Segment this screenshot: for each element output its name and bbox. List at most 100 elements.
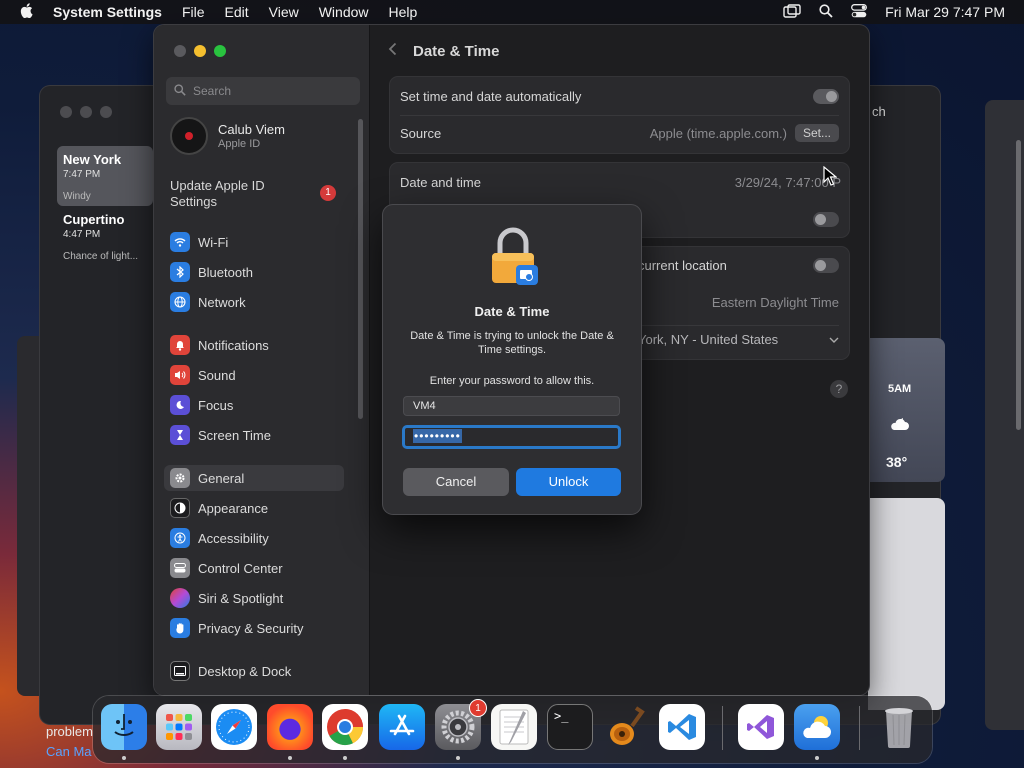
sidebar-item-focus[interactable]: Focus [170, 392, 345, 418]
unlock-dialog: Date & Time Date & Time is trying to unl… [383, 205, 641, 514]
sidebar-item-network[interactable]: Network [170, 289, 345, 315]
weather-icon[interactable] [794, 704, 840, 750]
sidebar-item-appearance[interactable]: Appearance [170, 495, 345, 521]
chrome-icon[interactable] [322, 704, 368, 750]
sidebar-item-label: Accessibility [198, 530, 269, 546]
cancel-button[interactable]: Cancel [403, 468, 509, 496]
sidebar-item-label: Privacy & Security [198, 620, 304, 636]
minimize-button[interactable] [194, 45, 206, 57]
running-indicator [343, 756, 347, 760]
closest-city-value: York, NY - United States [638, 331, 779, 347]
menu-edit[interactable]: Edit [225, 4, 249, 20]
launchpad-icon[interactable] [156, 704, 202, 750]
sidebar-item-label: Control Center [198, 560, 283, 576]
firefox-icon[interactable] [267, 704, 313, 750]
menu-window[interactable]: Window [319, 4, 369, 20]
auto-time-row: Set time and date automatically [400, 86, 839, 106]
sidebar-item-siri-spotlight[interactable]: Siri & Spotlight [170, 585, 345, 611]
row-divider [400, 115, 839, 116]
sidebar-item-label: Network [198, 294, 246, 310]
sidebar-item-sound[interactable]: Sound [170, 362, 345, 388]
sidebar-item-accessibility[interactable]: Accessibility [170, 525, 345, 551]
menu-file[interactable]: File [182, 4, 205, 20]
location-toggle[interactable] [813, 257, 839, 273]
background-window-left [17, 336, 41, 696]
close-button[interactable] [174, 45, 186, 57]
menu-view[interactable]: View [269, 4, 299, 20]
vscode-icon[interactable] [659, 704, 705, 750]
city-item-cupertino[interactable]: Cupertino 4:47 PM Chance of light... [57, 206, 153, 268]
chevron-down-icon[interactable] [829, 332, 839, 347]
speaker-icon [170, 365, 190, 385]
location-label: current location [638, 257, 727, 273]
garageband-icon[interactable] [603, 704, 649, 750]
apple-menu-icon[interactable] [20, 2, 33, 22]
sidebar-item-desktop-dock[interactable]: Desktop & Dock [170, 658, 345, 684]
dialog-title: Date & Time [474, 304, 550, 319]
trash-icon[interactable] [876, 704, 922, 750]
background-link[interactable]: Can Ma [46, 742, 93, 762]
dialog-message: Date & Time is trying to unlock the Date… [410, 330, 614, 356]
dock: 1 >_ [93, 696, 932, 763]
bluetooth-icon [170, 262, 190, 282]
accessibility-icon [170, 528, 190, 548]
weather-scrollbar[interactable] [1016, 140, 1021, 430]
city-name: New York [63, 152, 122, 167]
date-time-row: Date and time 3/29/24, 7:47:00 P [400, 172, 841, 192]
auto-time-label: Set time and date automatically [400, 88, 582, 104]
city-name: Cupertino [63, 212, 125, 227]
zoom-button[interactable] [214, 45, 226, 57]
password-field[interactable]: ••••••••• [402, 425, 621, 449]
system-settings-icon[interactable]: 1 [435, 699, 487, 750]
unlock-button[interactable]: Unlock [516, 468, 621, 496]
hand-icon [170, 618, 190, 638]
sidebar-item-screen-time[interactable]: Screen Time [170, 422, 345, 448]
visual-studio-icon[interactable] [738, 704, 784, 750]
sidebar-item-notifications[interactable]: Notifications [170, 332, 345, 358]
sidebar-item-label: Notifications [198, 337, 269, 353]
weather-window-controls [60, 106, 112, 118]
search-icon [174, 83, 186, 99]
date-time-toggle[interactable] [813, 211, 839, 227]
sidebar-item-control-center[interactable]: Control Center [170, 555, 345, 581]
city-condition: Windy [63, 191, 91, 202]
running-indicator [456, 756, 460, 760]
back-chevron-icon[interactable] [388, 42, 397, 60]
username-field[interactable]: VM4 [403, 396, 620, 416]
app-store-icon[interactable] [379, 704, 425, 750]
weather-hourly-panel: 5AM 38° [868, 338, 945, 482]
weather-search-text[interactable]: ch [872, 104, 886, 119]
auto-time-toggle[interactable] [813, 88, 839, 104]
sidebar-scrollbar[interactable] [358, 119, 363, 419]
source-label: Source [400, 125, 442, 141]
sidebar-item-label: Screen Time [198, 427, 271, 443]
safari-icon[interactable] [211, 704, 257, 750]
textedit-icon[interactable] [491, 704, 537, 750]
update-label: Update Apple ID Settings [170, 178, 265, 209]
help-button[interactable]: ? [830, 380, 848, 398]
sidebar-item-label: General [198, 470, 245, 486]
settings-badge: 1 [469, 699, 487, 717]
appearance-icon [170, 498, 190, 518]
menu-app-name[interactable]: System Settings [53, 4, 162, 20]
menu-clock[interactable]: Fri Mar 29 7:47 PM [885, 4, 1005, 20]
control-center-icon[interactable] [851, 3, 868, 21]
city-item-new-york[interactable]: New York 7:47 PM Windy [57, 146, 153, 206]
sidebar-item-privacy-security[interactable]: Privacy & Security [170, 615, 345, 641]
apple-id-account[interactable]: Calub Viem Apple ID [170, 117, 285, 155]
window-controls [174, 45, 226, 57]
dock-separator [722, 706, 723, 750]
sidebar-item-wifi[interactable]: Wi-Fi [170, 229, 345, 255]
terminal-icon[interactable]: >_ [547, 704, 593, 750]
sidebar-search-field[interactable]: Search [166, 77, 360, 105]
set-source-button[interactable]: Set... [794, 124, 839, 142]
update-apple-id-settings[interactable]: Update Apple ID Settings 1 [170, 178, 340, 210]
finder-icon[interactable] [101, 704, 147, 750]
sidebar-item-label: Bluetooth [198, 264, 253, 280]
sidebar-item-general[interactable]: General [164, 465, 344, 491]
menu-help[interactable]: Help [389, 4, 418, 20]
sidebar-item-bluetooth[interactable]: Bluetooth [170, 259, 345, 285]
screen-mirroring-icon[interactable] [783, 3, 801, 21]
spotlight-search-icon[interactable] [819, 3, 833, 21]
page-title: Date & Time [413, 42, 500, 60]
